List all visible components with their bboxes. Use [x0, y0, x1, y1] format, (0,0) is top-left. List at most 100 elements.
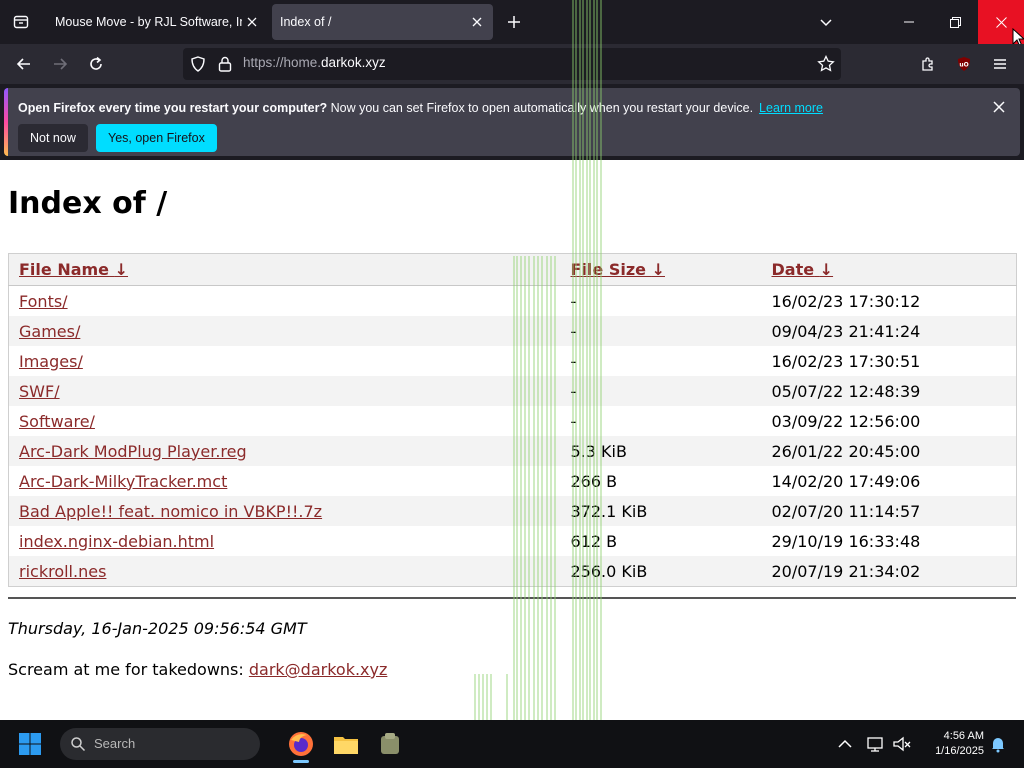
- firefox-taskbar-icon[interactable]: [287, 730, 315, 758]
- file-size-cell: 256.0 KiB: [560, 556, 762, 587]
- extensions-button[interactable]: [914, 50, 942, 78]
- search-icon: [71, 737, 86, 752]
- url-bar[interactable]: https://home.darkok.xyz: [183, 48, 841, 80]
- tracking-protection-shield-icon[interactable]: [189, 55, 207, 73]
- table-row: Arc-Dark ModPlug Player.reg 5.3 KiB 26/0…: [8, 436, 1017, 466]
- firefox-view-button[interactable]: [0, 0, 42, 44]
- chevron-down-icon: [820, 19, 832, 27]
- file-link[interactable]: rickroll.nes: [19, 562, 106, 581]
- sort-by-name-link[interactable]: File Name ↓: [19, 260, 128, 279]
- file-date-cell: 20/07/19 21:34:02: [761, 556, 1017, 587]
- file-name-cell: index.nginx-debian.html: [9, 526, 561, 556]
- contact-line: Scream at me for takedowns: dark@darkok.…: [8, 660, 387, 679]
- page-content: Index of / File Name ↓ File Size ↓ Date …: [0, 160, 1024, 720]
- file-name-cell: Images/: [9, 346, 561, 376]
- contact-email-link[interactable]: dark@darkok.xyz: [249, 660, 388, 679]
- tab-close-button[interactable]: [467, 12, 487, 32]
- app-menu-button[interactable]: [986, 50, 1014, 78]
- file-date-cell: 05/07/22 12:48:39: [761, 376, 1017, 406]
- notification-close-button[interactable]: [990, 98, 1008, 116]
- speaker-muted-icon[interactable]: [892, 734, 912, 754]
- reload-icon: [90, 56, 102, 70]
- sort-by-date-link[interactable]: Date ↓: [772, 260, 834, 279]
- file-explorer-icon[interactable]: [332, 730, 360, 758]
- file-date-cell: 09/04/23 21:41:24: [761, 316, 1017, 346]
- clock-time: 4:56 AM: [943, 730, 984, 742]
- sort-by-size-link[interactable]: File Size ↓: [571, 260, 665, 279]
- file-link[interactable]: Bad Apple!! feat. nomico in VBKP!!.7z: [19, 502, 322, 521]
- new-tab-button[interactable]: [502, 10, 526, 34]
- yes-open-firefox-button[interactable]: Yes, open Firefox: [96, 124, 217, 152]
- tab-mouse-move[interactable]: Mouse Move - by RJL Software, Inc.: [44, 4, 268, 40]
- file-link[interactable]: Images/: [19, 352, 83, 371]
- windows-start-icon[interactable]: [18, 732, 42, 756]
- active-app-indicator: [293, 760, 309, 763]
- learn-more-link[interactable]: Learn more: [759, 101, 823, 115]
- close-icon: [472, 17, 482, 27]
- ublock-origin-button[interactable]: uO: [950, 50, 978, 78]
- file-link[interactable]: Fonts/: [19, 292, 68, 311]
- file-date-cell: 03/09/22 12:56:00: [771, 411, 921, 431]
- file-date-cell: 26/01/22 20:45:00: [761, 436, 1017, 466]
- mouse-move-app-icon[interactable]: [376, 730, 404, 758]
- taskbar-search-box[interactable]: Search: [60, 728, 260, 760]
- lock-icon[interactable]: [217, 55, 233, 73]
- sort-arrow-icon: ↓: [114, 260, 129, 279]
- tab-index-of[interactable]: Index of /: [272, 4, 493, 40]
- table-row: SWF/ - 05/07/22 12:48:39: [8, 376, 1017, 406]
- tab-close-button[interactable]: [242, 12, 262, 32]
- firefox-view-icon: [13, 15, 29, 29]
- ublock-shield-icon: uO: [958, 57, 970, 71]
- network-icon[interactable]: [866, 734, 886, 754]
- file-size-cell: 5.3 KiB: [560, 436, 762, 466]
- horizontal-rule: [8, 597, 1016, 599]
- reload-button[interactable]: [82, 50, 110, 78]
- file-name-cell: SWF/: [8, 376, 561, 406]
- table-row: Bad Apple!! feat. nomico in VBKP!!.7z 37…: [8, 496, 1017, 526]
- chevron-up-icon[interactable]: [835, 734, 855, 754]
- table-row: Software/ - 03/09/22 12:56:00: [9, 406, 1017, 436]
- table-row: Games/ - 09/04/23 21:41:24: [8, 316, 1017, 346]
- file-size-cell: 372.1 KiB: [560, 496, 762, 526]
- bookmark-star-icon[interactable]: [817, 55, 835, 73]
- back-button[interactable]: [10, 50, 38, 78]
- file-link[interactable]: SWF/: [19, 382, 60, 401]
- file-name-cell: rickroll.nes: [8, 556, 561, 587]
- table-row: index.nginx-debian.html 612 B 29/10/19 1…: [9, 526, 1017, 556]
- column-label: File Name: [19, 260, 110, 279]
- file-link[interactable]: Games/: [19, 322, 80, 341]
- notification-bar: Open Firefox every time you restart your…: [4, 88, 1020, 156]
- file-link[interactable]: Software/: [19, 412, 95, 431]
- title-bar: Mouse Move - by RJL Software, Inc. Index…: [0, 0, 1024, 48]
- table-row: rickroll.nes 256.0 KiB 20/07/19 21:34:02: [8, 556, 1017, 587]
- svg-text:uO: uO: [959, 62, 968, 69]
- arrow-right-icon: [54, 58, 68, 70]
- file-listing-table: File Name ↓ File Size ↓ Date ↓ Fonts/ - …: [8, 253, 1017, 587]
- column-label: File Size: [570, 260, 647, 279]
- minimize-button[interactable]: [886, 0, 932, 44]
- forward-button[interactable]: [46, 50, 74, 78]
- hamburger-menu-icon: [994, 59, 1006, 69]
- tab-label: Index of /: [280, 15, 332, 29]
- column-label: Date: [771, 260, 815, 279]
- clock-date: 1/16/2025: [935, 745, 984, 757]
- table-row: Fonts/ - 16/02/23 17:30:12: [9, 286, 1017, 317]
- search-placeholder: Search: [94, 736, 136, 751]
- taskbar-clock[interactable]: 4:56 AM 1/16/2025: [912, 729, 984, 759]
- not-now-button[interactable]: Not now: [18, 124, 88, 152]
- file-link[interactable]: Arc-Dark ModPlug Player.reg: [19, 442, 247, 461]
- notification-bell-icon[interactable]: [988, 734, 1008, 754]
- restore-button[interactable]: [932, 0, 978, 44]
- list-all-tabs-button[interactable]: [814, 10, 838, 34]
- page-title: Index of /: [8, 186, 168, 221]
- table-row: Arc-Dark-MilkyTracker.mct 266 B 14/02/20…: [9, 466, 1017, 496]
- file-size-cell: -: [570, 411, 577, 431]
- url-input[interactable]: https://home.darkok.xyz: [243, 55, 386, 70]
- file-link[interactable]: Arc-Dark-MilkyTracker.mct: [19, 472, 227, 491]
- file-link[interactable]: index.nginx-debian.html: [19, 532, 214, 551]
- file-date-cell: 16/02/23 17:30:12: [771, 291, 921, 311]
- file-name-cell: Arc-Dark-MilkyTracker.mct: [9, 466, 561, 496]
- notification-title: Open Firefox every time you restart your…: [18, 101, 328, 115]
- file-name-cell: Software/: [9, 406, 561, 436]
- url-domain: darkok.xyz: [321, 55, 386, 70]
